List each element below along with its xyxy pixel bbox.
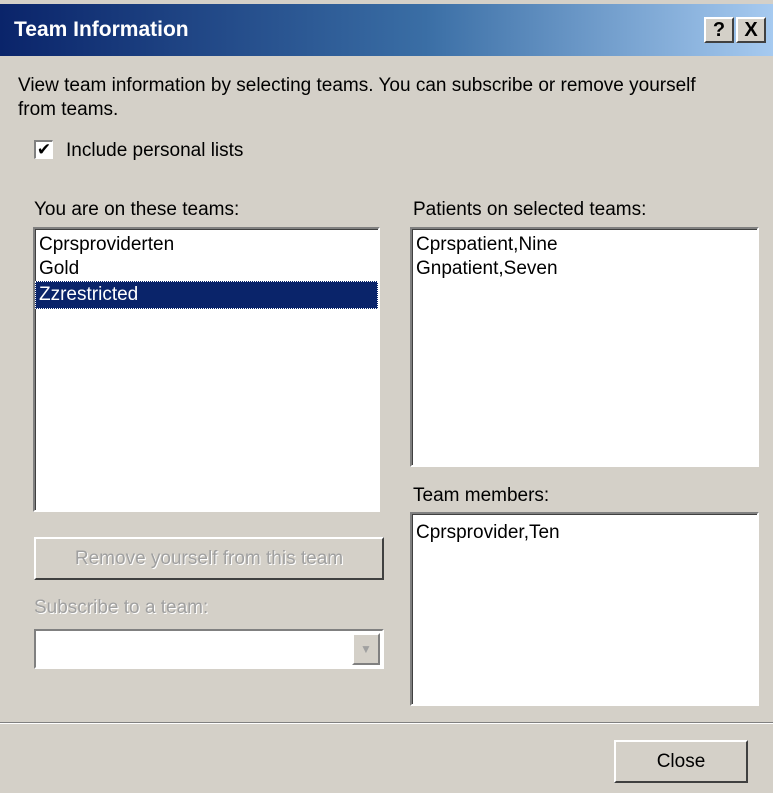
list-item[interactable]: Gold <box>35 256 378 281</box>
list-item-selected[interactable]: Zzrestricted <box>35 281 378 309</box>
list-item[interactable]: Gnpatient,Seven <box>412 257 757 281</box>
team-information-dialog: Team Information ? X View team informati… <box>0 0 773 793</box>
subscribe-label: Subscribe to a team: <box>34 597 209 618</box>
subscribe-team-dropdown[interactable]: ▼ <box>34 629 384 669</box>
teams-listbox[interactable]: Cprsproviderten Gold Zzrestricted <box>33 227 380 512</box>
close-window-button[interactable]: X <box>736 17 766 43</box>
chevron-down-icon[interactable]: ▼ <box>352 633 380 665</box>
team-members-listbox[interactable]: Cprsprovider,Ten <box>410 512 759 706</box>
list-item[interactable]: Cprsprovider,Ten <box>412 520 757 546</box>
close-button[interactable]: Close <box>614 740 748 783</box>
description-text: View team information by selecting teams… <box>18 75 696 120</box>
list-item[interactable]: Cprsproviderten <box>35 233 378 256</box>
patients-label: Patients on selected teams: <box>413 199 647 220</box>
footer-divider <box>0 722 773 724</box>
patients-listbox[interactable]: Cprspatient,Nine Gnpatient,Seven <box>410 227 759 467</box>
list-item[interactable]: Cprspatient,Nine <box>412 233 757 257</box>
dialog-title: Team Information <box>14 18 189 41</box>
title-bar[interactable]: Team Information ? X <box>0 4 773 56</box>
remove-from-team-button[interactable]: Remove yourself from this team <box>34 537 384 580</box>
include-personal-lists-label[interactable]: Include personal lists <box>66 140 243 162</box>
help-button[interactable]: ? <box>704 17 734 43</box>
include-personal-lists-checkbox[interactable]: ✔ <box>34 140 53 159</box>
teams-label: You are on these teams: <box>34 199 240 220</box>
team-members-label: Team members: <box>413 485 550 506</box>
